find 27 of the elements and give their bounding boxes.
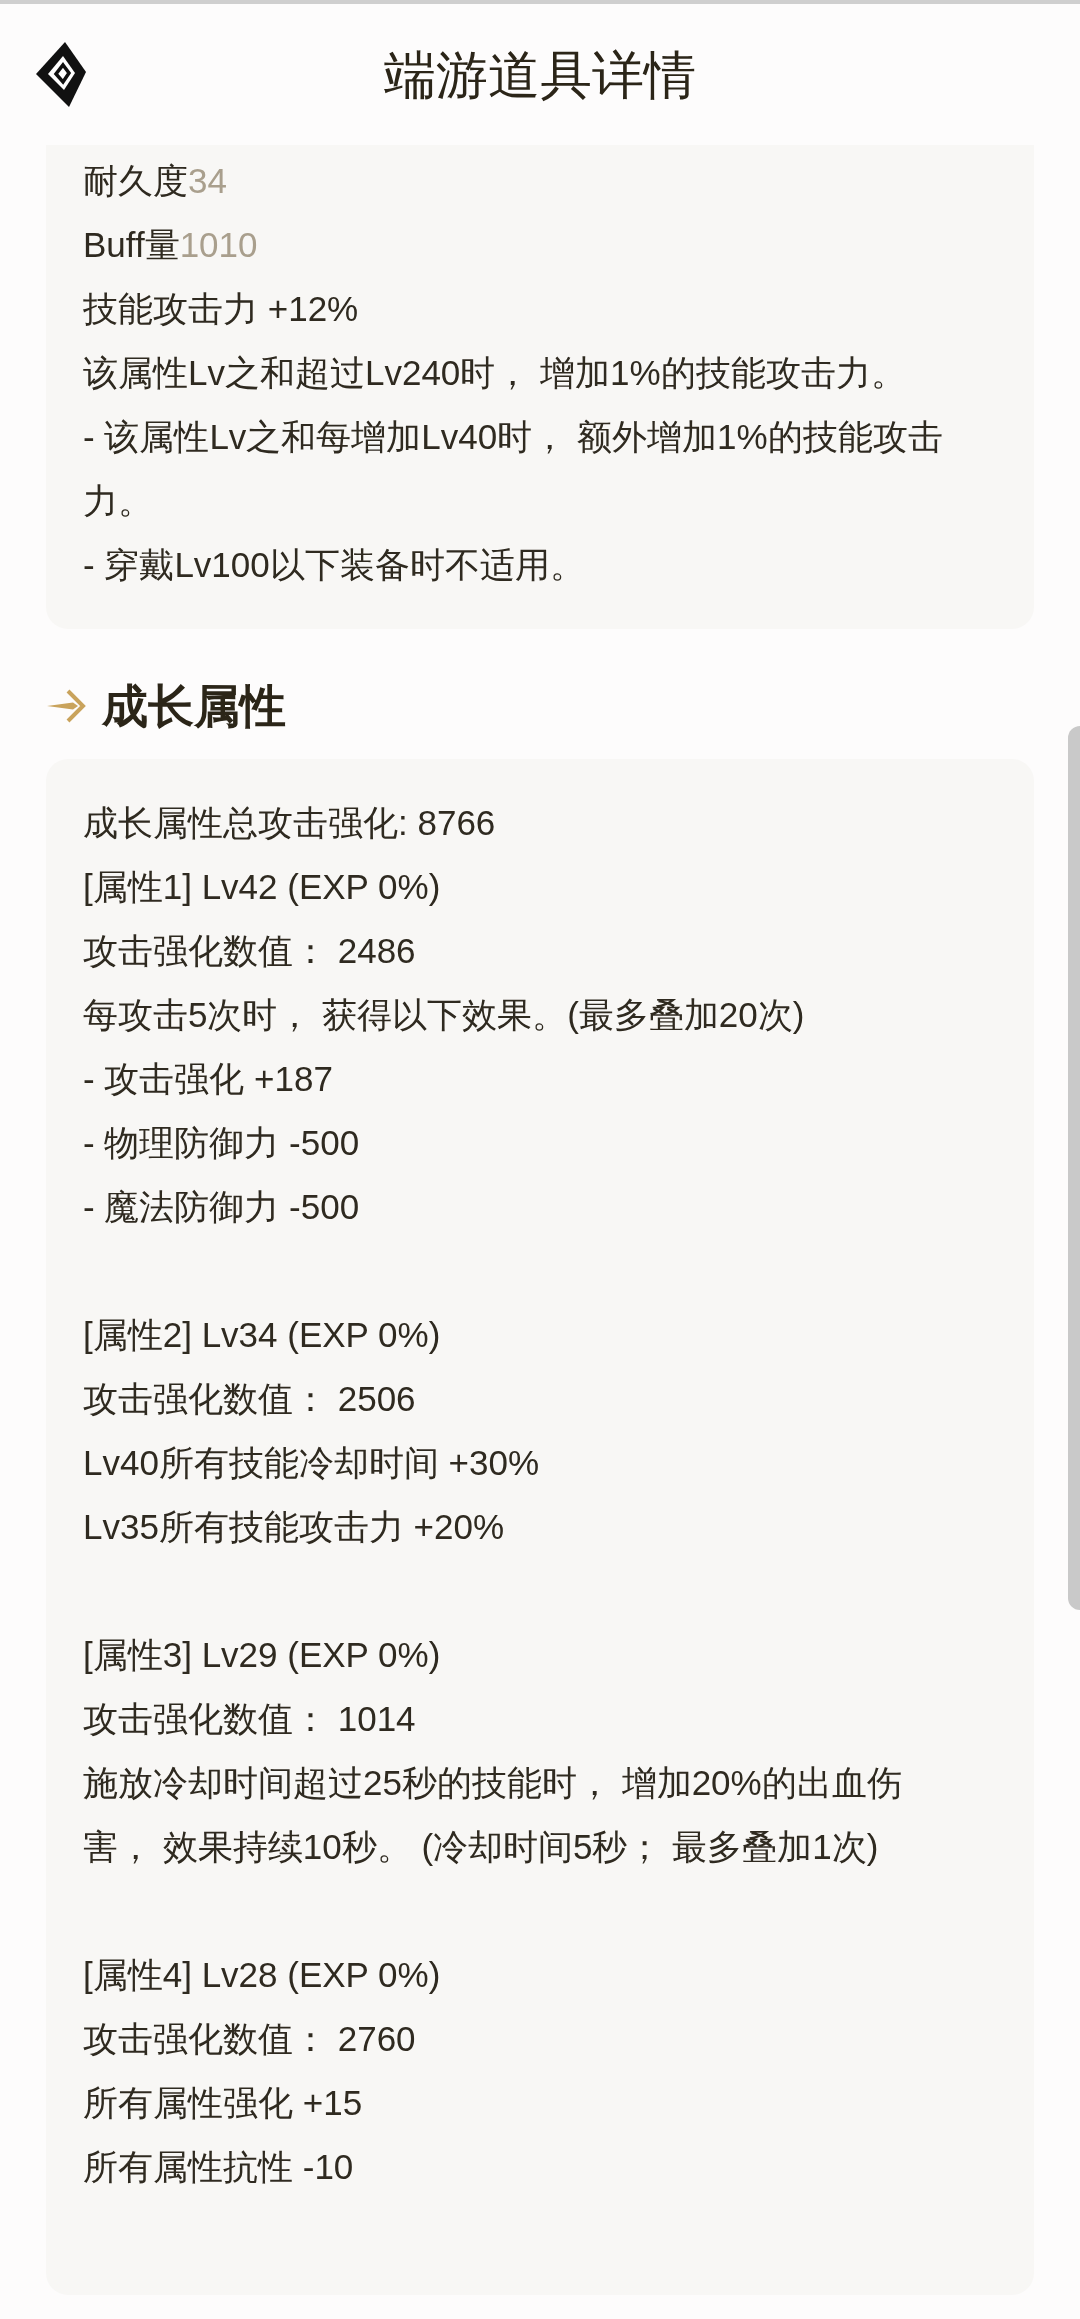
attribute-text: - 魔法防御力 -500	[83, 1186, 360, 1228]
attribute-text: - 攻击强化 +187	[83, 1058, 333, 1100]
attribute-text: [属性1] Lv42 (EXP 0%)	[83, 866, 441, 908]
description-text: 该属性Lv之和超过Lv240时， 增加1%的技能攻击力。	[83, 352, 906, 394]
attribute-text: 每攻击5次时， 获得以下效果。(最多叠加20次)	[83, 994, 805, 1036]
attribute-text: Lv35所有技能攻击力 +20%	[83, 1506, 505, 1548]
attribute-text: 所有属性强化 +15	[83, 2082, 363, 2124]
page-title: 端游道具详情	[384, 44, 696, 106]
attribute-text: 攻击强化数值： 1014	[83, 1698, 416, 1740]
attribute-text: 攻击强化数值： 2486	[83, 930, 416, 972]
description-text: - 该属性Lv之和每增加Lv40时， 额外增加1%的技能攻击力。	[83, 416, 944, 522]
attribute-text: 成长属性总攻击强化: 8766	[83, 802, 496, 844]
attribute-text: 施放冷却时间超过25秒的技能时， 增加20%的出血伤害， 效果持续10秒。 (冷却时间5秒； 最多叠加1次)	[83, 1762, 903, 1868]
description-text: 技能攻击力 +12%	[83, 288, 359, 330]
section-title: 成长属性	[102, 681, 286, 731]
stat-text: 耐久度34	[83, 160, 227, 202]
attribute-text: [属性3] Lv29 (EXP 0%)	[83, 1634, 441, 1676]
attribute-text: 攻击强化数值： 2506	[83, 1378, 416, 1420]
description-text: - 穿戴Lv100以下装备时不适用。	[83, 544, 585, 586]
diamond-logo-icon	[36, 41, 86, 108]
attribute-text: Lv40所有技能冷却时间 +30%	[83, 1442, 540, 1484]
stat-text: Buff量1010	[83, 224, 258, 266]
attribute-text: 攻击强化数值： 2760	[83, 2018, 416, 2060]
attribute-text: - 物理防御力 -500	[83, 1122, 360, 1164]
attribute-text: [属性4] Lv28 (EXP 0%)	[83, 1954, 441, 1996]
attribute-text: 所有属性抗性 -10	[83, 2146, 354, 2188]
attribute-text: [属性2] Lv34 (EXP 0%)	[83, 1314, 441, 1356]
